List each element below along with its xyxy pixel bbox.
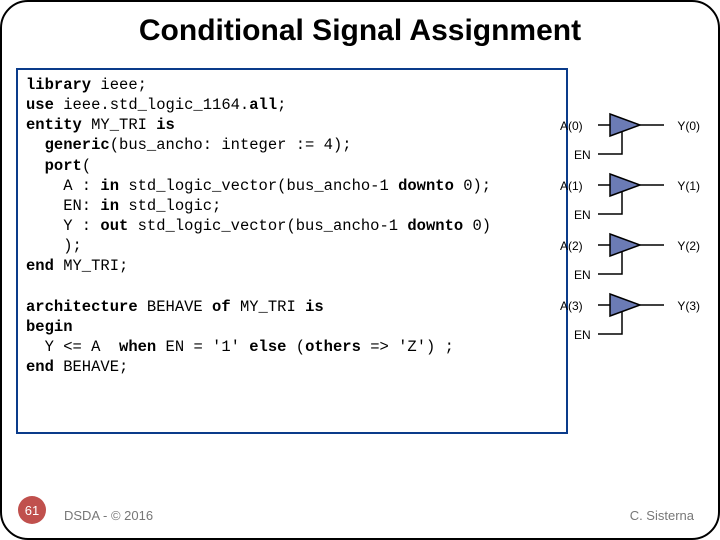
code-text: EN: — [26, 197, 100, 215]
label-a3: A(3) — [560, 299, 583, 313]
code-text: MY_TRI — [82, 116, 156, 134]
kw-out: out — [100, 217, 128, 235]
label-a2: A(2) — [560, 239, 583, 253]
buffer-2: A(2) Y(2) EN — [560, 232, 700, 292]
footer-right: C. Sisterna — [630, 508, 694, 523]
code-text: ieee; — [91, 76, 147, 94]
label-en1: EN — [574, 208, 591, 222]
code-text: 0); — [454, 177, 491, 195]
kw-generic: generic — [26, 136, 110, 154]
kw-begin: begin — [26, 318, 73, 336]
slide: Conditional Signal Assignment library ie… — [0, 0, 720, 540]
kw-is: is — [305, 298, 324, 316]
tristate-icon — [598, 232, 668, 282]
kw-in: in — [100, 177, 119, 195]
code-text: EN = '1' — [156, 338, 249, 356]
code-text: (bus_ancho: integer := 4); — [110, 136, 352, 154]
label-a1: A(1) — [560, 179, 583, 193]
buffer-3: A(3) Y(3) EN — [560, 292, 700, 352]
code-text: MY_TRI; — [54, 257, 128, 275]
footer-left: DSDA - © 2016 — [64, 508, 153, 523]
code-box: library ieee; use ieee.std_logic_1164.al… — [16, 68, 568, 434]
code-text: BEHAVE; — [54, 358, 128, 376]
kw-downto: downto — [398, 177, 454, 195]
tristate-diagram: A(0) Y(0) EN A(1) Y(1) EN A(2) Y(2) — [560, 112, 700, 352]
label-y2: Y(2) — [677, 239, 700, 253]
kw-library: library — [26, 76, 91, 94]
code-text: A : — [26, 177, 100, 195]
code-text: Y : — [26, 217, 100, 235]
page-number: 61 — [18, 496, 46, 524]
kw-port: port — [26, 157, 82, 175]
code-text: ; — [277, 96, 286, 114]
tristate-icon — [598, 292, 668, 342]
code-text: BEHAVE — [138, 298, 212, 316]
code-text: std_logic; — [119, 197, 221, 215]
label-en0: EN — [574, 148, 591, 162]
kw-downto: downto — [407, 217, 463, 235]
kw-entity: entity — [26, 116, 82, 134]
code-text: ( — [82, 157, 91, 175]
label-a0: A(0) — [560, 119, 583, 133]
tristate-icon — [598, 172, 668, 222]
label-y3: Y(3) — [677, 299, 700, 313]
buffer-0: A(0) Y(0) EN — [560, 112, 700, 172]
code-text: ( — [286, 338, 305, 356]
kw-end: end — [26, 358, 54, 376]
code-text: MY_TRI — [231, 298, 305, 316]
code-text: ); — [26, 237, 82, 255]
kw-use: use — [26, 96, 54, 114]
kw-in: in — [100, 197, 119, 215]
code-text: => 'Z') ; — [361, 338, 454, 356]
code-text: Y <= A — [26, 338, 119, 356]
kw-end: end — [26, 257, 54, 275]
label-y0: Y(0) — [677, 119, 700, 133]
kw-all: all — [249, 96, 277, 114]
kw-architecture: architecture — [26, 298, 138, 316]
kw-is: is — [156, 116, 175, 134]
label-en2: EN — [574, 268, 591, 282]
kw-else: else — [249, 338, 286, 356]
kw-when: when — [119, 338, 156, 356]
slide-title: Conditional Signal Assignment — [2, 14, 718, 48]
tristate-icon — [598, 112, 668, 162]
code-text: 0) — [463, 217, 491, 235]
code-text: std_logic_vector(bus_ancho-1 — [119, 177, 398, 195]
kw-others: others — [305, 338, 361, 356]
code-text: std_logic_vector(bus_ancho-1 — [128, 217, 407, 235]
kw-of: of — [212, 298, 231, 316]
label-y1: Y(1) — [677, 179, 700, 193]
buffer-1: A(1) Y(1) EN — [560, 172, 700, 232]
label-en3: EN — [574, 328, 591, 342]
code-text: ieee.std_logic_1164. — [54, 96, 249, 114]
